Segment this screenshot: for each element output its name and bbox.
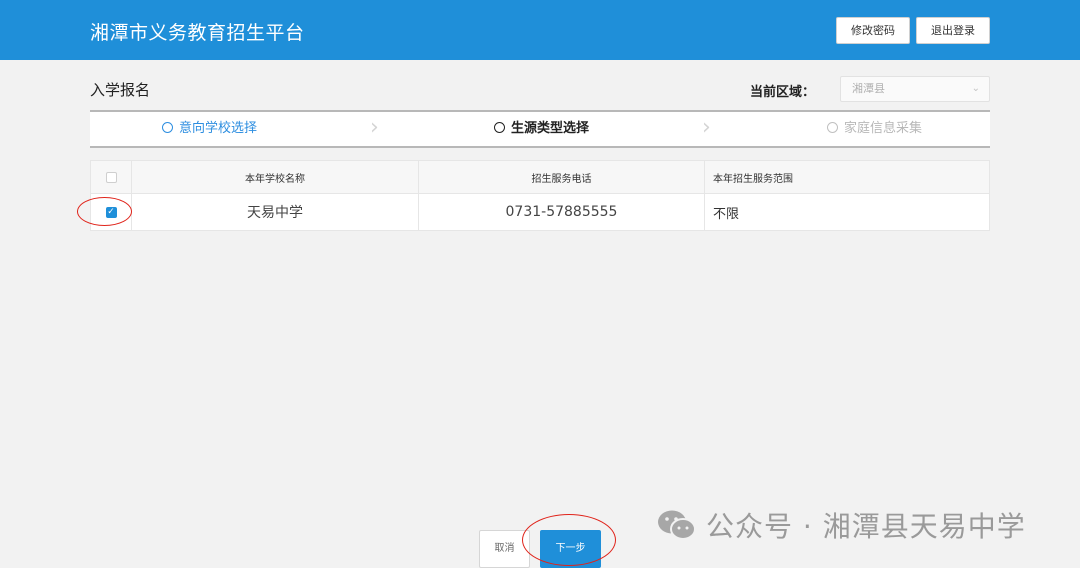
step-label: 意向学校选择 bbox=[179, 121, 258, 136]
step-school-selection: 意向学校选择 bbox=[162, 112, 257, 146]
column-header-scope: 本年招生服务范围 bbox=[713, 173, 793, 185]
step-family-info: 家庭信息采集 bbox=[827, 112, 922, 146]
logout-button[interactable]: 退出登录 bbox=[916, 17, 990, 44]
region-select[interactable]: 湘潭县 ⌄ bbox=[840, 76, 990, 102]
watermark: 公众号 · 湘潭县天易中学 bbox=[656, 505, 1026, 545]
annotation-circle-checkbox bbox=[77, 197, 132, 226]
page-title: 入学报名 bbox=[90, 81, 151, 99]
school-table: 本年学校名称 招生服务电话 本年招生服务范围 ✓ 天易中学 0731-57885… bbox=[90, 160, 990, 231]
column-header-phone: 招生服务电话 bbox=[419, 161, 705, 193]
region-label: 当前区域： bbox=[750, 85, 816, 100]
step-label: 家庭信息采集 bbox=[844, 121, 923, 136]
select-all-checkbox[interactable] bbox=[105, 171, 117, 183]
column-header-school: 本年学校名称 bbox=[132, 161, 419, 193]
table-header-row: 本年学校名称 招生服务电话 本年招生服务范围 bbox=[91, 161, 989, 194]
watermark-text: 公众号 · 湘潭县天易中学 bbox=[706, 510, 1026, 543]
step-circle-icon bbox=[494, 122, 505, 133]
change-password-button[interactable]: 修改密码 bbox=[836, 17, 910, 44]
step-indicator: 意向学校选择 › 生源类型选择 › 家庭信息采集 bbox=[90, 110, 990, 148]
scope-cell: 不限 bbox=[713, 206, 740, 222]
chevron-right-icon: › bbox=[702, 115, 711, 140]
header-checkbox-cell bbox=[91, 161, 132, 193]
app-title: 湘潭市义务教育招生平台 bbox=[90, 22, 305, 44]
chevron-down-icon: ⌄ bbox=[971, 83, 980, 94]
step-circle-icon bbox=[162, 122, 173, 133]
school-name-cell: 天易中学 bbox=[132, 194, 419, 230]
step-label: 生源类型选择 bbox=[511, 121, 590, 136]
phone-cell: 0731-57885555 bbox=[419, 194, 705, 230]
chevron-right-icon: › bbox=[370, 115, 379, 140]
step-circle-icon bbox=[827, 122, 838, 133]
annotation-circle-next bbox=[522, 514, 616, 566]
region-select-value: 湘潭县 bbox=[852, 82, 885, 95]
wechat-icon bbox=[658, 510, 696, 540]
step-source-type: 生源类型选择 bbox=[494, 112, 589, 146]
app-header: 湘潭市义务教育招生平台 修改密码 退出登录 bbox=[0, 0, 1080, 60]
table-row[interactable]: ✓ 天易中学 0731-57885555 不限 bbox=[91, 194, 989, 230]
